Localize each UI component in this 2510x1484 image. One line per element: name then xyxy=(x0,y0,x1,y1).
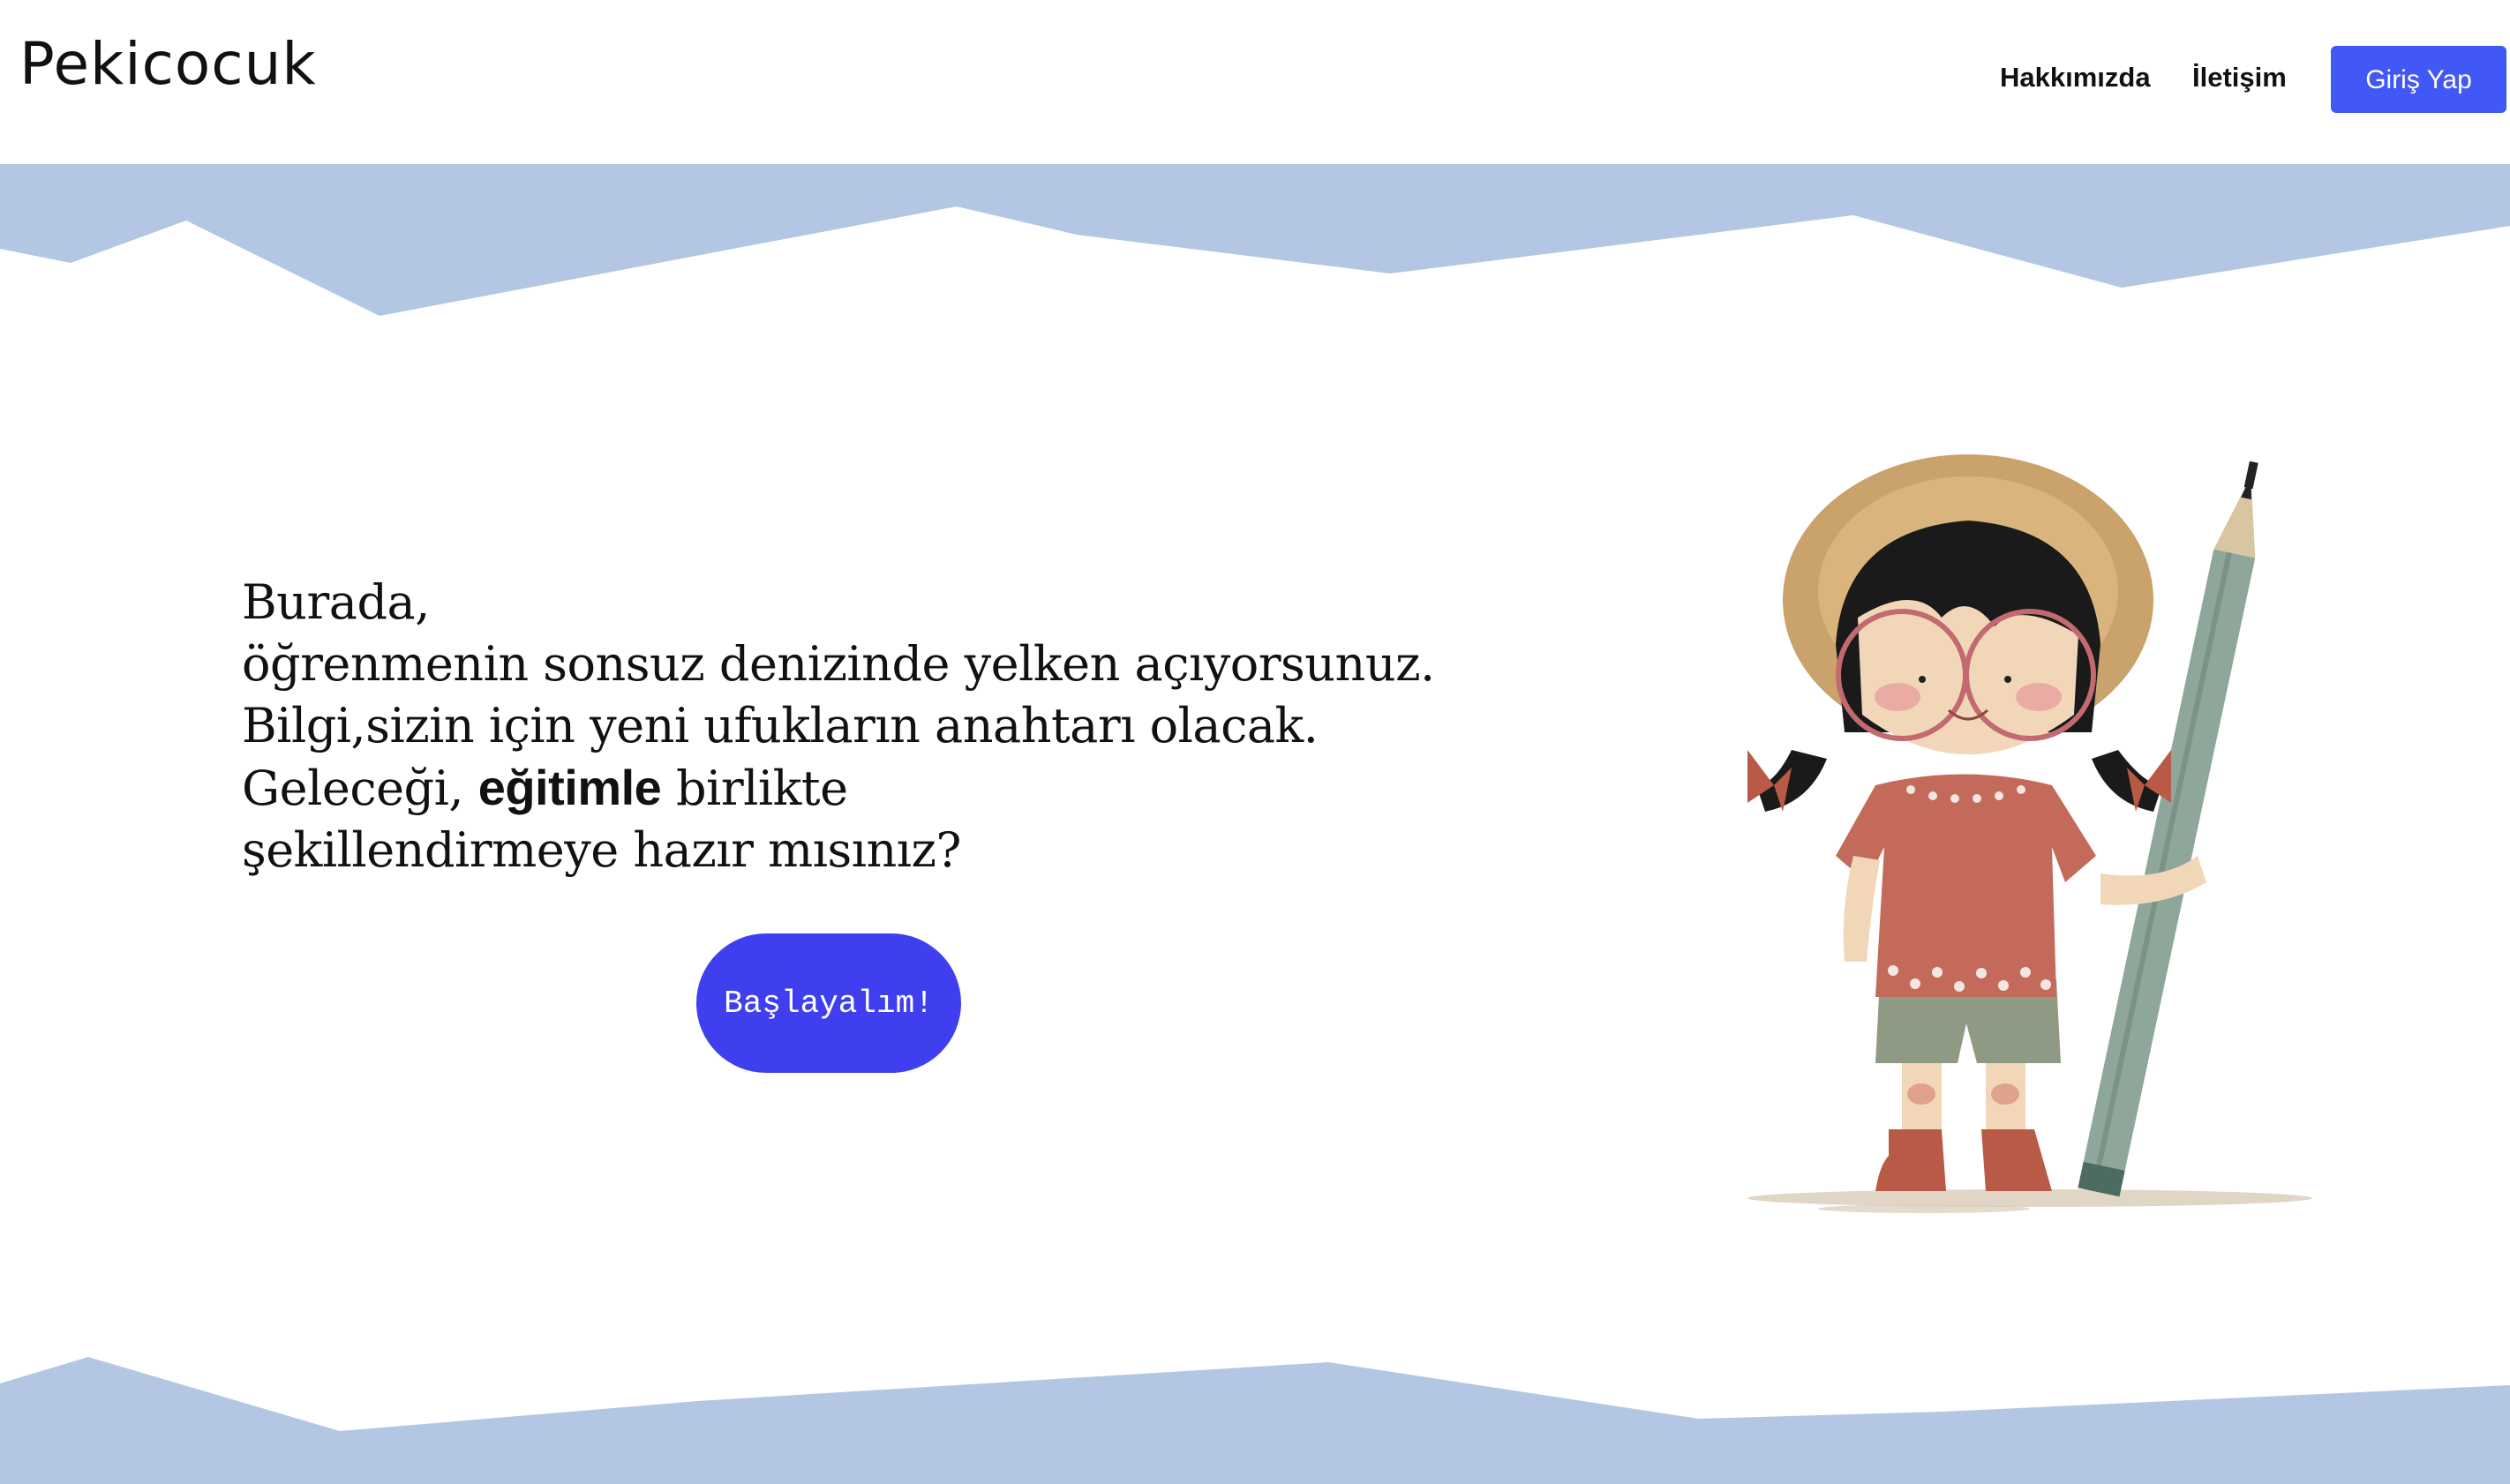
hero-line-4: Geleceği, eğitimle birlikte xyxy=(242,757,1477,820)
hero-line-2: öğrenmenin sonsuz denizinde yelken açıyo… xyxy=(242,636,1435,692)
top-wave-decoration xyxy=(0,164,2510,316)
hero-line-3: Bilgi,sizin için yeni ufukların anahtarı… xyxy=(242,698,1319,753)
navbar: Pekicocuk Hakkımızda İletişim Giriş Yap xyxy=(0,0,2510,165)
hero-headline: Burada, öğrenmenin sonsuz denizinde yelk… xyxy=(242,572,1477,881)
hero-line-5: şekillendirmeye hazır mısınız? xyxy=(242,822,961,878)
girl-with-pencil-illustration xyxy=(1747,454,2312,1213)
nav-link-contact[interactable]: İletişim xyxy=(2192,60,2287,95)
logo-text: Pekicocuk xyxy=(19,30,317,98)
hero-line-4-end: birlikte xyxy=(661,761,848,816)
hero-line-1: Burada, xyxy=(242,574,430,630)
logo[interactable]: Pekicocuk xyxy=(19,25,316,104)
hero-line-4-start: Geleceği, xyxy=(242,761,478,816)
get-started-button[interactable]: Başlayalım! xyxy=(696,933,961,1073)
bottom-wave-decoration xyxy=(0,1357,2510,1484)
login-button[interactable]: Giriş Yap xyxy=(2331,46,2506,113)
hero-emphasis: eğitimle xyxy=(477,760,662,815)
nav-link-about[interactable]: Hakkımızda xyxy=(2000,60,2151,95)
